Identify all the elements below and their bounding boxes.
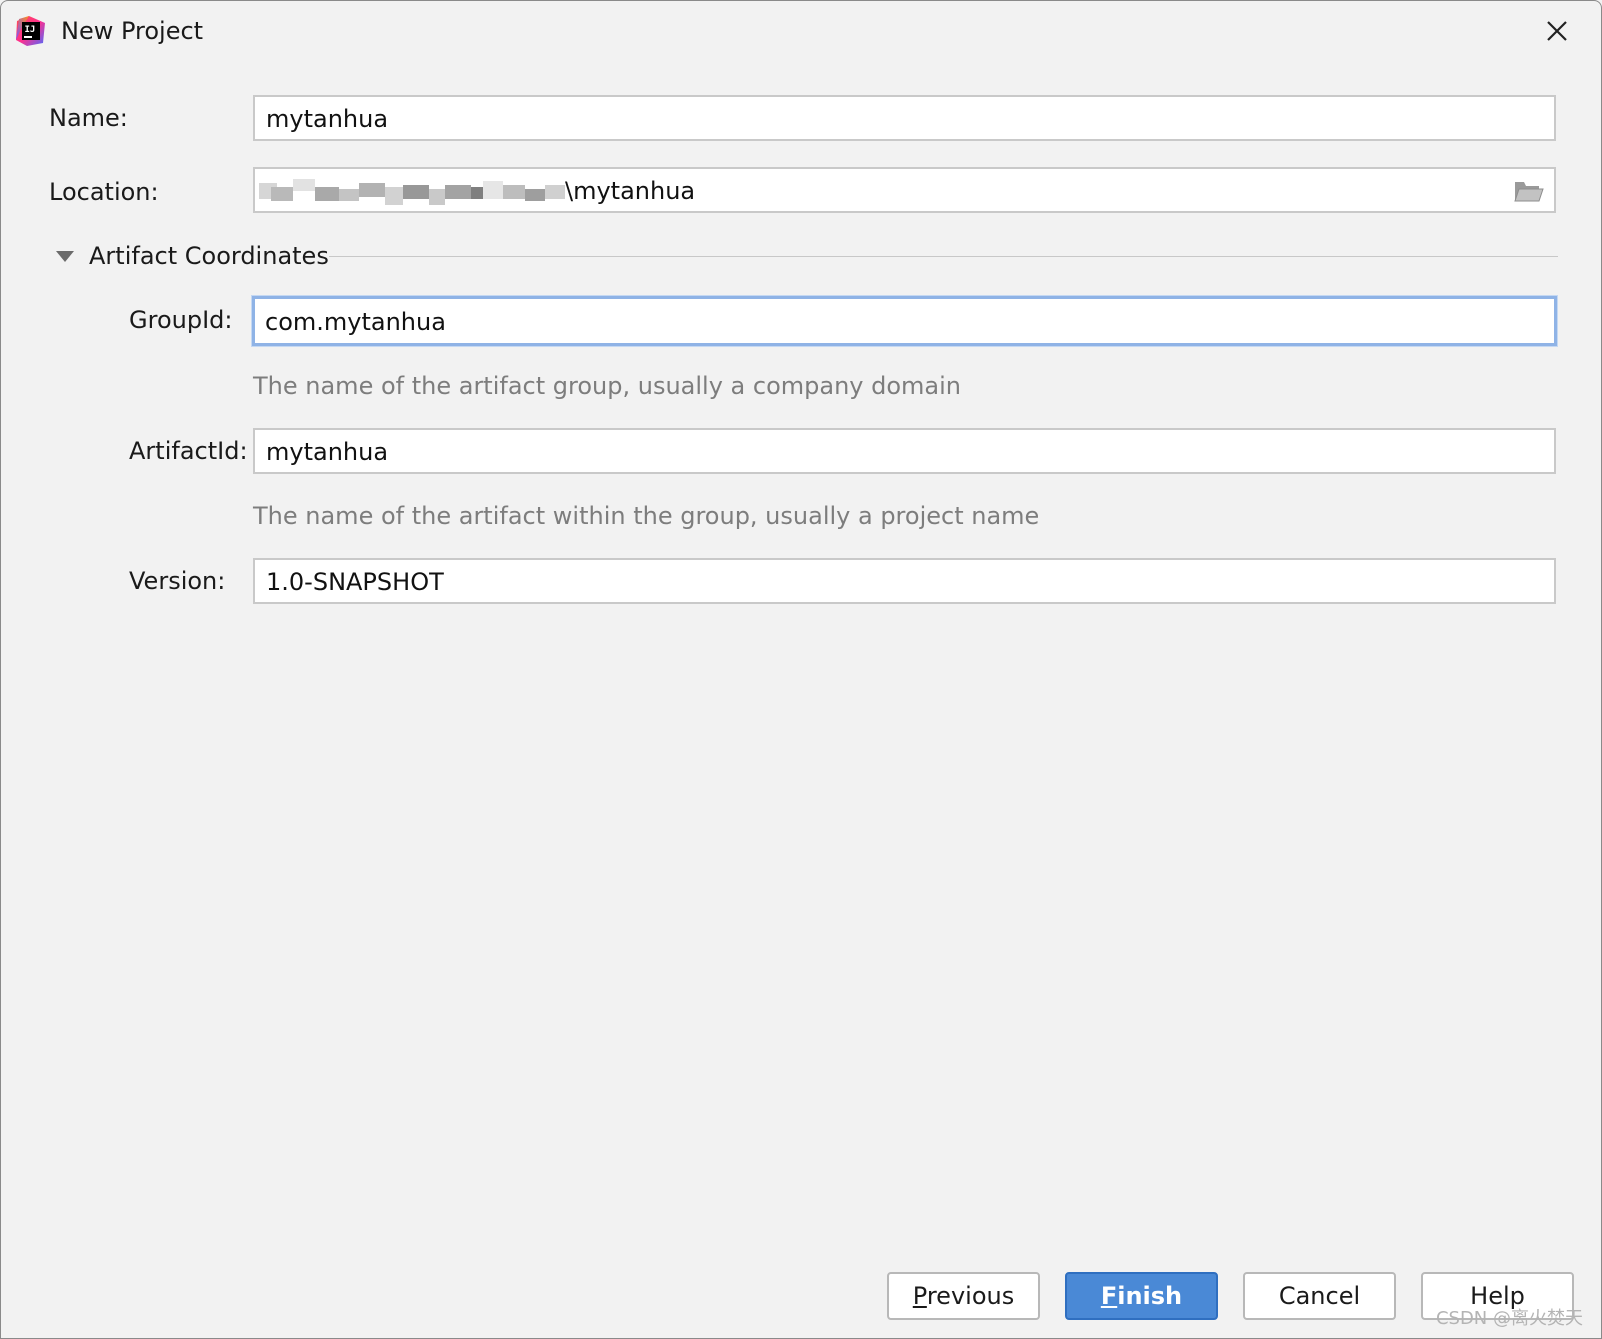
groupid-input[interactable]: com.mytanhua <box>252 296 1557 346</box>
new-project-dialog: IJ New Project Name: mytanhua Location: <box>0 0 1602 1339</box>
name-input[interactable]: mytanhua <box>253 95 1556 141</box>
finish-button[interactable]: Finish <box>1065 1272 1218 1320</box>
location-label: Location: <box>49 178 159 206</box>
artifactid-input[interactable]: mytanhua <box>253 428 1556 474</box>
redacted-path <box>259 177 567 207</box>
version-input[interactable]: 1.0-SNAPSHOT <box>253 558 1556 604</box>
svg-text:IJ: IJ <box>25 25 36 35</box>
name-label: Name: <box>49 104 128 132</box>
location-input-value: \mytanhua <box>565 177 696 205</box>
triangle-down-icon[interactable] <box>56 251 74 262</box>
name-input-value: mytanhua <box>266 105 389 133</box>
watermark: CSDN @离火焚天 <box>1435 1308 1583 1329</box>
version-label: Version: <box>129 567 226 595</box>
folder-open-icon[interactable] <box>1514 178 1544 204</box>
intellij-idea-icon: IJ <box>16 16 45 46</box>
finish-mnemonic: F <box>1100 1282 1118 1310</box>
cancel-button[interactable]: Cancel <box>1243 1272 1396 1320</box>
groupid-input-value: com.mytanhua <box>265 308 446 336</box>
artifactid-hint: The name of the artifact within the grou… <box>253 502 1040 530</box>
title-bar: IJ New Project <box>1 1 1601 63</box>
section-title[interactable]: Artifact Coordinates <box>89 241 329 271</box>
location-input[interactable]: \mytanhua <box>253 167 1556 213</box>
close-icon[interactable] <box>1541 15 1573 47</box>
artifact-coordinates-section: Artifact Coordinates <box>53 241 1558 273</box>
previous-mnemonic: P <box>912 1282 927 1310</box>
artifactid-input-value: mytanhua <box>266 438 389 466</box>
previous-button[interactable]: Previous <box>887 1272 1040 1320</box>
groupid-hint: The name of the artifact group, usually … <box>253 372 961 400</box>
dialog-title: New Project <box>61 17 204 45</box>
section-divider <box>329 256 1558 257</box>
artifactid-label: ArtifactId: <box>129 437 248 465</box>
finish-label: inish <box>1117 1282 1183 1310</box>
previous-label: revious <box>926 1282 1015 1310</box>
groupid-label: GroupId: <box>129 306 233 334</box>
version-input-value: 1.0-SNAPSHOT <box>266 568 444 596</box>
